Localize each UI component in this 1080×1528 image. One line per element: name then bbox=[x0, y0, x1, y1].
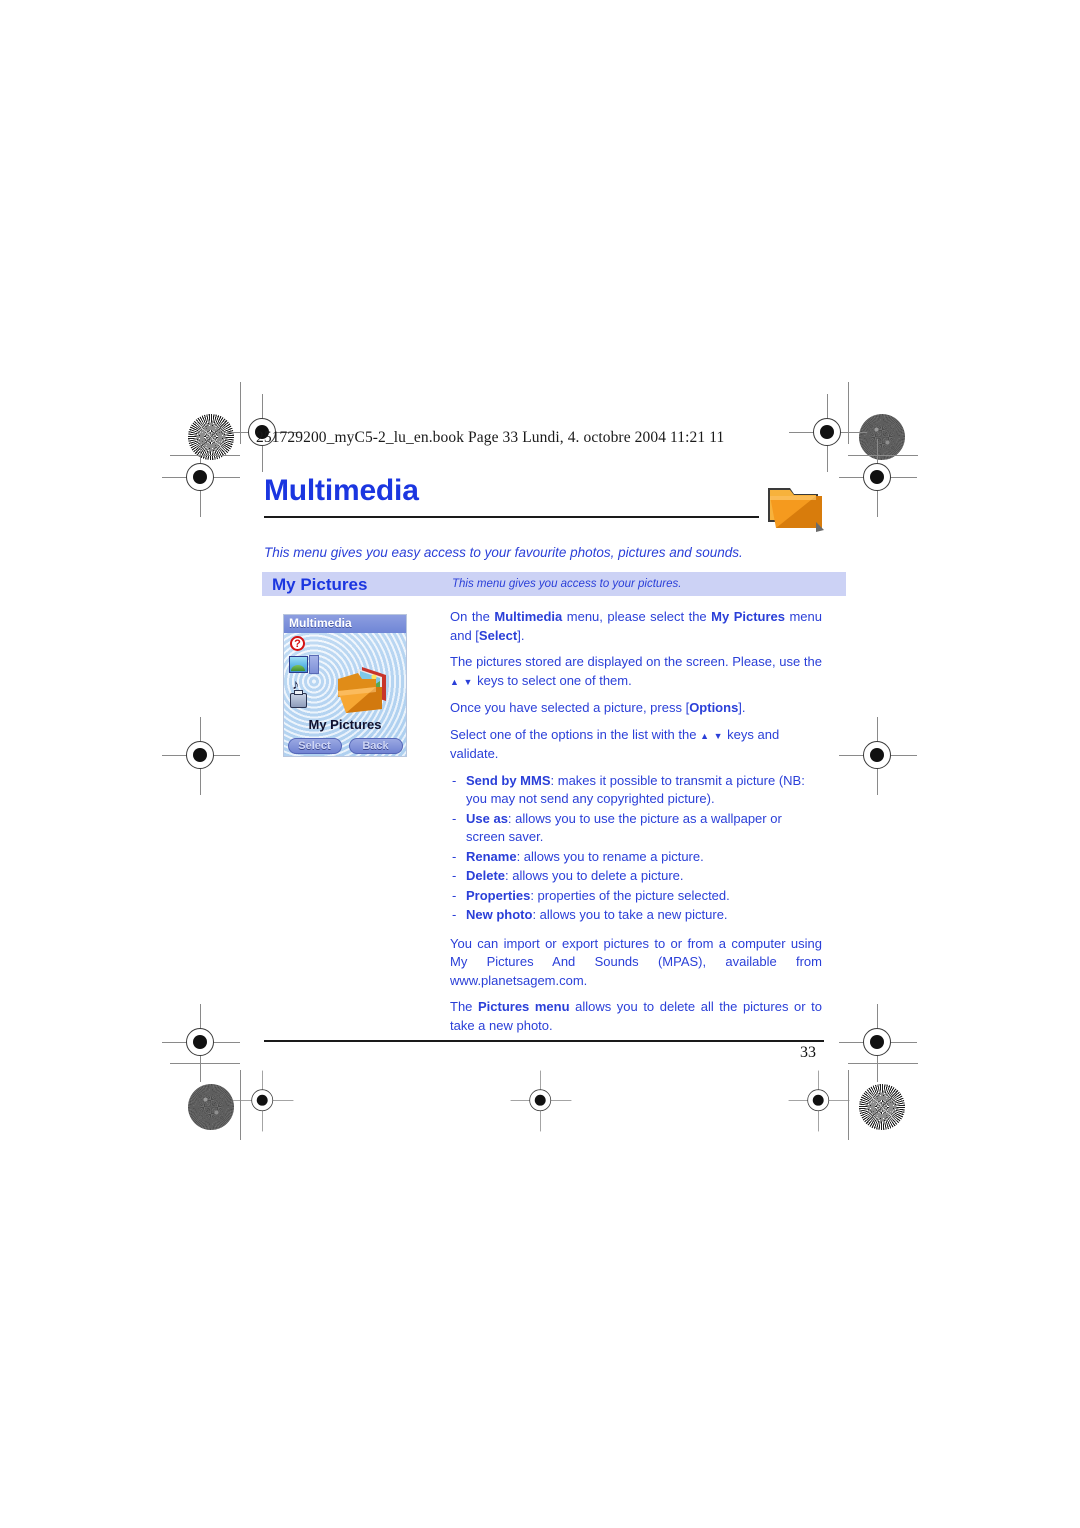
trim-line-top-right bbox=[848, 455, 918, 456]
body-copy: On the Multimedia menu, please select th… bbox=[450, 608, 822, 1043]
options-list: - Send by MMS: makes it possible to trans… bbox=[450, 772, 822, 925]
trim-line-left bbox=[240, 382, 241, 444]
section-header-band: My Pictures This menu gives you access t… bbox=[262, 572, 846, 596]
list-dash: - bbox=[452, 868, 457, 883]
trim-line-right bbox=[848, 382, 849, 444]
option-desc: : allows you to delete a picture. bbox=[505, 868, 684, 883]
phone-status-title: Multimedia bbox=[289, 616, 352, 630]
page-title: Multimedia bbox=[264, 474, 419, 507]
list-dash: - bbox=[452, 848, 457, 864]
p1-mid: menu, please select the bbox=[562, 609, 712, 624]
printer-icon bbox=[290, 690, 307, 708]
p4-prefix: Select one of the options in the list wi… bbox=[450, 726, 697, 742]
option-term: Use as bbox=[466, 810, 508, 826]
option-term: Delete bbox=[466, 868, 506, 883]
option-term: Send by MMS bbox=[466, 772, 551, 788]
title-rule bbox=[264, 516, 759, 518]
arrow-down-icon: ▼ bbox=[463, 676, 474, 687]
music-note-icon: ♪ bbox=[292, 676, 299, 692]
starburst-mark-bottom-right bbox=[859, 1084, 905, 1130]
list-item: - New photo: allows you to take a new pic… bbox=[450, 906, 822, 925]
p1-prefix: On the bbox=[450, 609, 495, 624]
trim-line-bottom-right bbox=[848, 1063, 918, 1064]
registration-target-top-right bbox=[789, 394, 867, 472]
registration-target-footer-right bbox=[788, 1070, 850, 1132]
paragraph-2: The pictures stored are displayed on the… bbox=[450, 653, 822, 691]
list-item: - Rename: allows you to rename a picture. bbox=[450, 848, 822, 867]
arrow-up-icon-2: ▲ bbox=[700, 730, 710, 741]
pictures-icon bbox=[289, 656, 308, 673]
phone-softkey-bar: Select Back bbox=[284, 738, 406, 754]
p2-line: The pictures stored are displayed on the… bbox=[450, 654, 822, 669]
p1-bold-multimedia: Multimedia bbox=[494, 609, 563, 624]
option-desc: : allows you to take a new picture. bbox=[532, 907, 728, 922]
list-item: - Properties: properties of the picture s… bbox=[450, 887, 822, 906]
registration-target-left-center bbox=[162, 717, 240, 795]
option-term: Properties bbox=[466, 887, 531, 903]
arrow-down-icon-2: ▼ bbox=[713, 730, 724, 741]
p6-prefix: The bbox=[450, 999, 478, 1014]
paragraph-3: Once you have selected a picture, press … bbox=[450, 699, 822, 718]
registration-target-bottom-right bbox=[839, 1004, 917, 1082]
list-dash: - bbox=[452, 887, 457, 903]
section-title: My Pictures bbox=[272, 575, 368, 594]
p2-after-keys: keys to select one of them. bbox=[477, 672, 632, 688]
registration-target-right-center bbox=[839, 717, 917, 795]
paragraph-4: Select one of the options in the list wi… bbox=[450, 726, 822, 764]
phone-screenshot-figure: Multimedia ? ♪ My Pictures Select Back bbox=[283, 614, 407, 757]
registration-target-bottom-left bbox=[162, 1004, 240, 1082]
grain-mark-bottom-left bbox=[188, 1084, 234, 1130]
scrollbar-icon bbox=[309, 655, 319, 674]
p3-suffix: ]. bbox=[738, 700, 746, 715]
starburst-mark-top-left bbox=[188, 414, 234, 460]
folder-icon bbox=[760, 482, 826, 538]
trim-line-top-left bbox=[170, 455, 240, 456]
p1-bold-select: Select bbox=[478, 627, 518, 643]
list-dash: - bbox=[452, 907, 457, 922]
trim-line-bottom-left bbox=[170, 1063, 240, 1064]
grain-mark-top-right bbox=[859, 414, 905, 460]
option-desc: : allows you to use the picture as a wal… bbox=[466, 810, 782, 845]
registration-target-mid-right bbox=[839, 439, 917, 517]
list-item: - Use as: allows you to use the picture a… bbox=[450, 810, 822, 847]
softkey-select[interactable]: Select bbox=[287, 738, 342, 754]
option-term: New photo bbox=[466, 907, 533, 922]
paragraph-1: On the Multimedia menu, please select th… bbox=[450, 608, 822, 645]
softkey-back[interactable]: Back bbox=[348, 738, 403, 754]
p1-suffix: ]. bbox=[517, 627, 525, 643]
phone-caption: My Pictures bbox=[308, 717, 382, 732]
p6-bold-pictures-menu: Pictures menu bbox=[477, 999, 570, 1014]
list-dash: - bbox=[452, 772, 457, 788]
list-item: - Delete: allows you to delete a picture. bbox=[450, 867, 822, 886]
p1-bold-mypictures: My Pictures bbox=[711, 609, 785, 624]
trim-line-footer-left bbox=[240, 1070, 241, 1140]
help-icon: ? bbox=[290, 636, 305, 651]
registration-target-mid-left bbox=[162, 439, 240, 517]
running-header: 251729200_myC5-2_lu_en.book Page 33 Lund… bbox=[256, 429, 725, 446]
option-desc: : allows you to rename a picture. bbox=[516, 848, 704, 864]
arrow-up-icon: ▲ bbox=[450, 676, 460, 687]
registration-target-footer-left bbox=[232, 1070, 294, 1132]
list-dash: - bbox=[452, 810, 457, 826]
trim-line-footer-right bbox=[848, 1070, 849, 1140]
option-desc: : properties of the picture selected. bbox=[530, 887, 730, 903]
phone-status-bar: Multimedia bbox=[284, 615, 406, 633]
option-term: Rename bbox=[466, 848, 517, 864]
footer-rule bbox=[264, 1040, 824, 1042]
list-item: - Send by MMS: makes it possible to trans… bbox=[450, 772, 822, 809]
chapter-intro-text: This menu gives you easy access to your … bbox=[264, 545, 743, 560]
p3-prefix: Once you have selected a picture, press … bbox=[450, 700, 690, 715]
open-folder-photos-icon bbox=[332, 661, 400, 717]
manual-page: 251729200_myC5-2_lu_en.book Page 33 Lund… bbox=[0, 0, 1080, 1528]
paragraph-5: You can import or export pictures to or … bbox=[450, 935, 822, 988]
page-number: 33 bbox=[800, 1044, 816, 1061]
registration-target-footer-center bbox=[510, 1070, 572, 1132]
section-subtitle: This menu gives you access to your pictu… bbox=[452, 578, 682, 590]
p3-bold-options: Options bbox=[689, 700, 739, 715]
paragraph-6: The Pictures menu allows you to delete a… bbox=[450, 998, 822, 1035]
